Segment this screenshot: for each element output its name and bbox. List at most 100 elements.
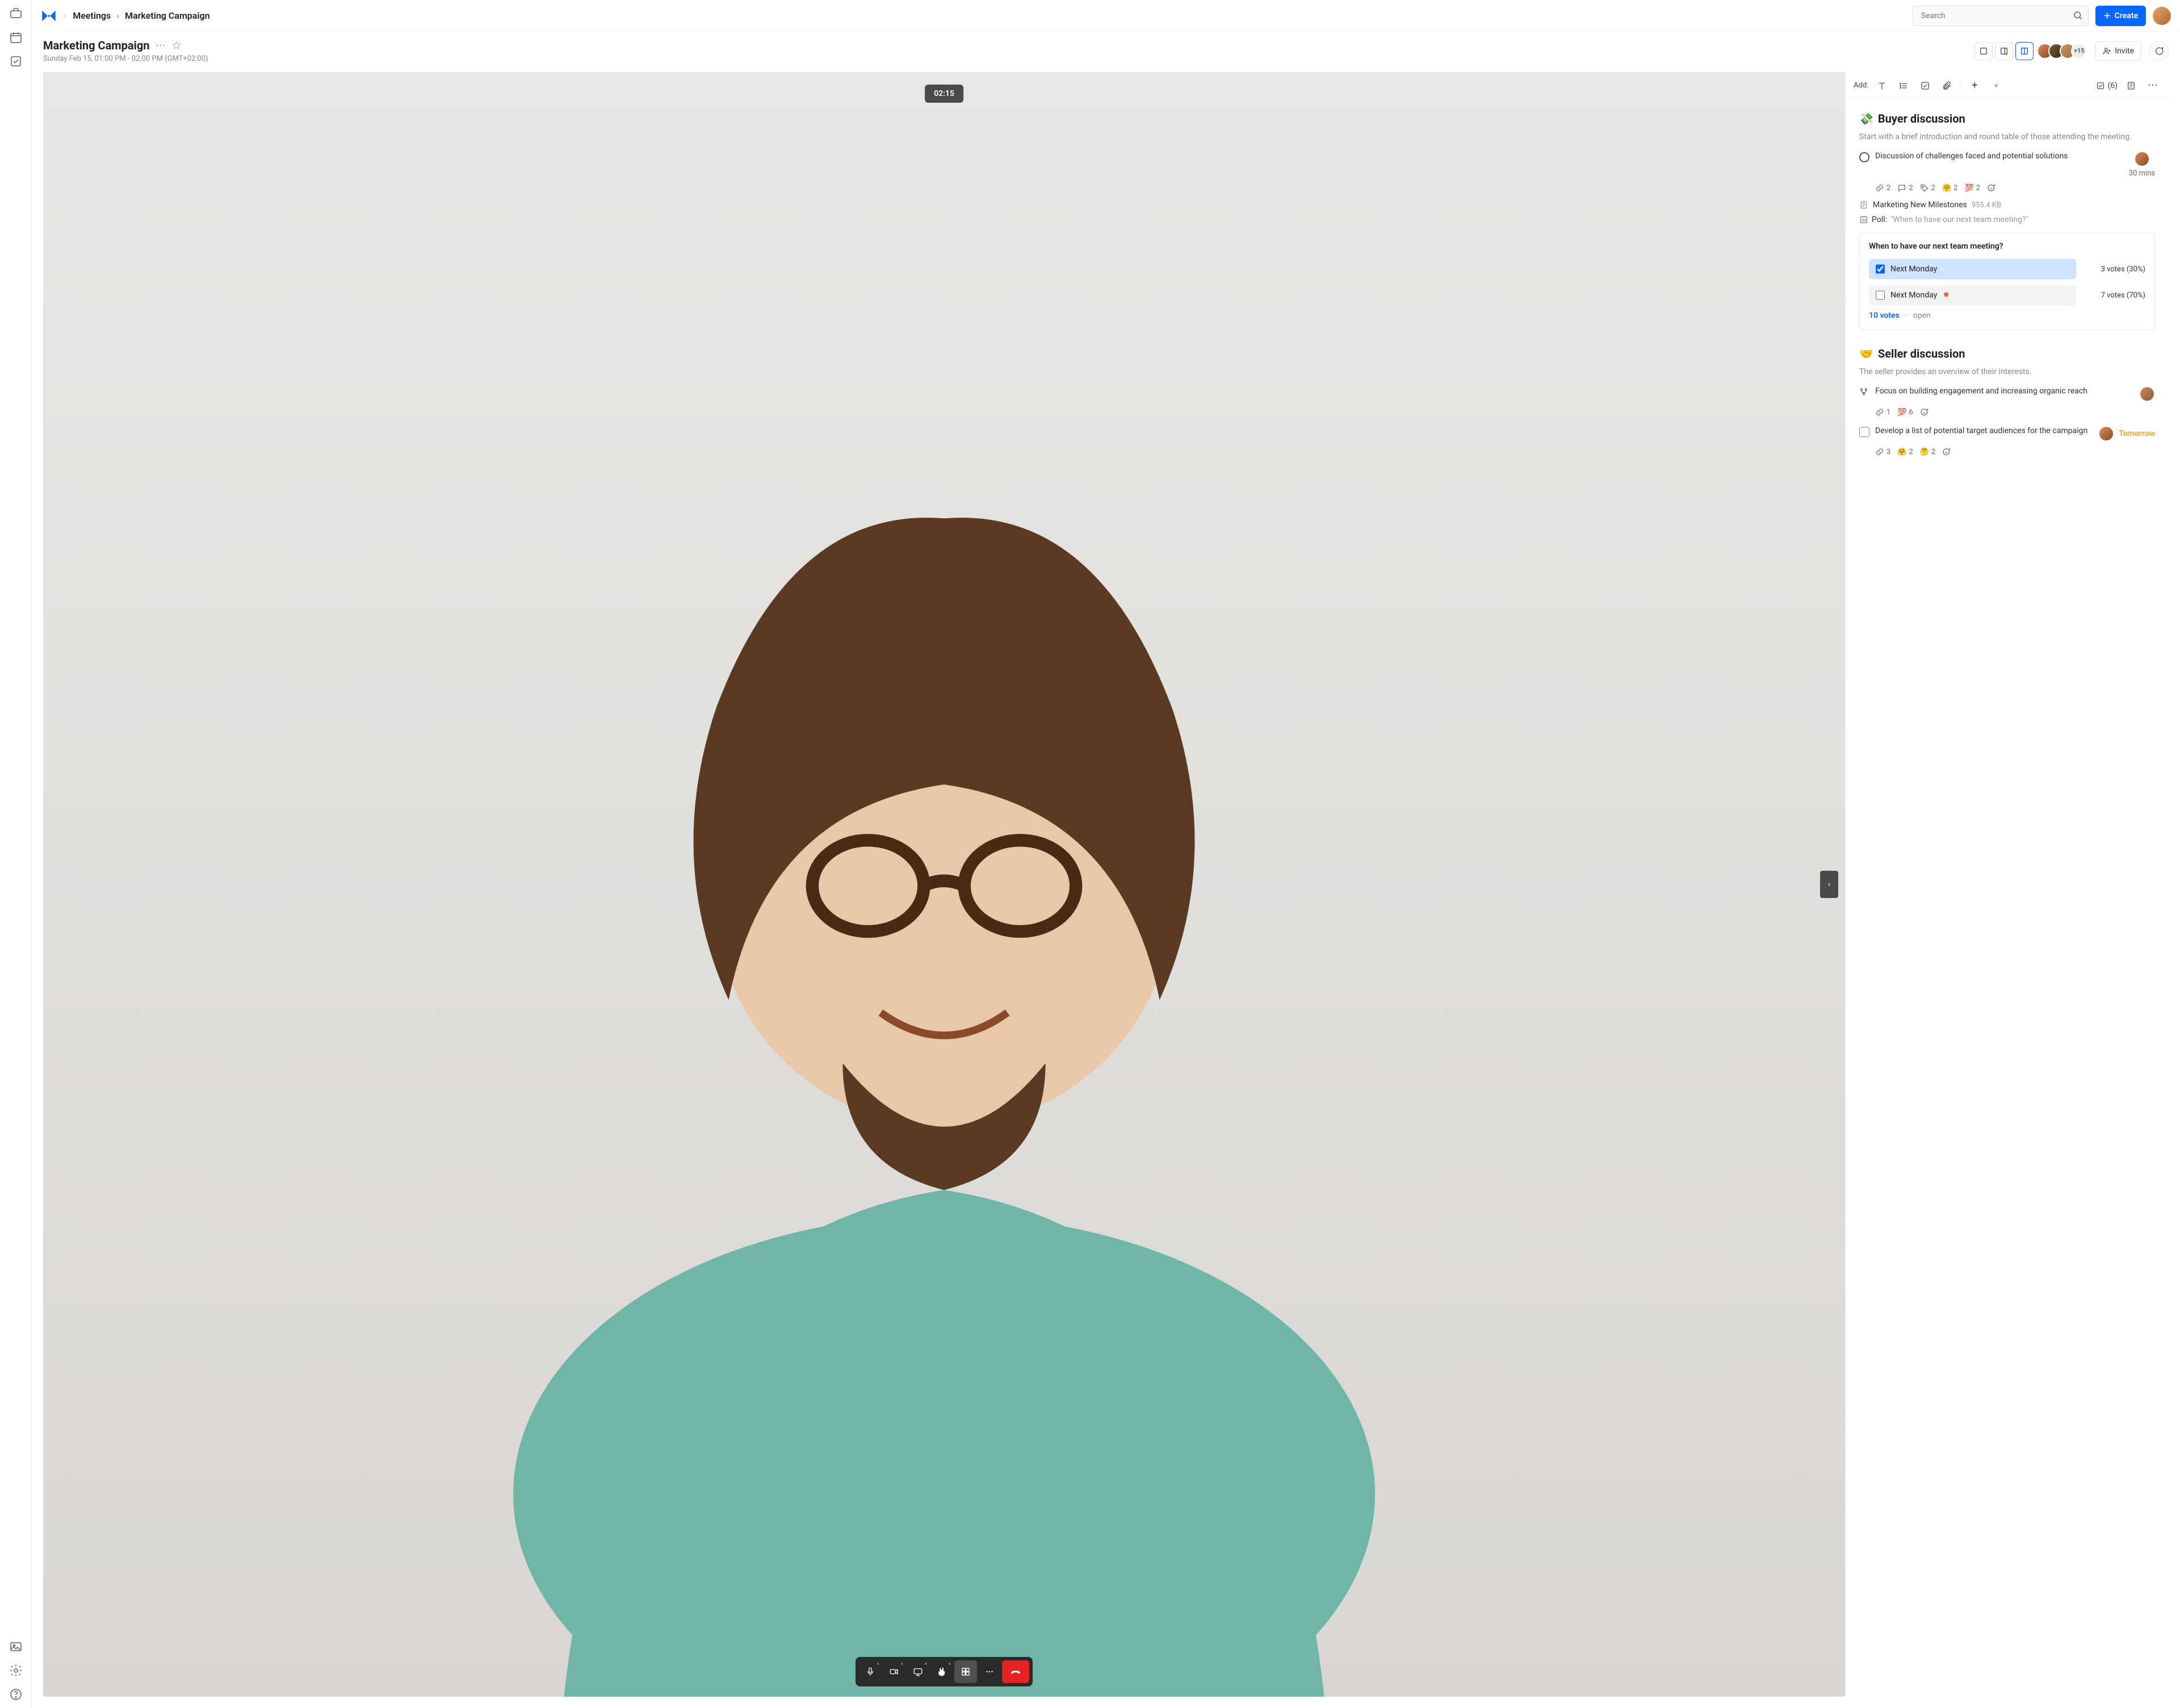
current-user-avatar[interactable] xyxy=(2153,7,2171,25)
agenda-item[interactable]: Develop a list of potential target audie… xyxy=(1859,426,2155,442)
briefcase-icon[interactable] xyxy=(9,7,23,20)
tasks-icon[interactable] xyxy=(9,54,23,68)
poll-card: When to have our next team meeting? Next… xyxy=(1859,232,2155,330)
link-chip[interactable]: 2 xyxy=(1875,183,1890,192)
section-desc: The seller provides an overview of their… xyxy=(1859,366,2155,378)
layout-grid-button[interactable] xyxy=(954,1660,977,1683)
poll-total[interactable]: 10 votes xyxy=(1869,311,1900,320)
attachment-row[interactable]: Marketing New Milestones 955.4 KB xyxy=(1859,200,2155,209)
topbar: › Meetings › Marketing Campaign ＋ Create xyxy=(32,0,2180,32)
hangup-button[interactable] xyxy=(1002,1660,1029,1683)
more-icon[interactable]: ⋯ xyxy=(156,40,166,52)
poll-checkbox[interactable] xyxy=(1876,291,1885,300)
call-timer: 02:15 xyxy=(925,85,963,103)
view-split-button[interactable] xyxy=(2015,42,2034,60)
link-chip[interactable]: 1 xyxy=(1875,408,1890,417)
add-reaction-icon[interactable] xyxy=(1920,408,1929,417)
agenda-item[interactable]: Focus on building engagement and increas… xyxy=(1859,386,2155,402)
notes-panel-icon[interactable] xyxy=(2123,78,2139,94)
agenda-text: Focus on building engagement and increas… xyxy=(1875,386,2133,397)
star-icon[interactable] xyxy=(171,40,182,51)
add-reaction-icon[interactable] xyxy=(1987,183,1996,192)
poll-votes: 3 votes (30%) xyxy=(2083,265,2145,274)
participants-overflow[interactable]: +15 xyxy=(2071,43,2087,59)
due-label: Tomorrow xyxy=(2119,429,2155,438)
participant-portrait xyxy=(241,430,1647,1697)
share-screen-button[interactable]: ˄ xyxy=(907,1660,929,1683)
create-button[interactable]: ＋ Create xyxy=(2095,6,2146,26)
help-icon[interactable] xyxy=(9,1688,23,1701)
verified-icon: ✸ xyxy=(1943,291,1950,300)
left-sidebar xyxy=(0,0,32,1708)
chevron-right-icon: › xyxy=(116,10,119,21)
text-tool-icon[interactable] xyxy=(1874,78,1890,94)
reaction-hug-chip[interactable]: 🤗2 xyxy=(1942,184,1958,192)
participants-avatars[interactable]: +15 xyxy=(2041,43,2087,59)
breadcrumb-page[interactable]: Marketing Campaign xyxy=(125,10,210,21)
poll-option[interactable]: Next Monday 3 votes (30%) xyxy=(1869,259,2145,279)
breadcrumb-section[interactable]: Meetings xyxy=(73,10,111,21)
settings-icon[interactable] xyxy=(9,1664,23,1677)
attachment-size: 955.4 KB xyxy=(1972,201,2001,209)
poll-checkbox[interactable] xyxy=(1876,265,1885,274)
agenda-chips: 3 🤗2 🤔2 xyxy=(1875,447,2155,456)
invite-button[interactable]: Invite xyxy=(2095,41,2141,61)
assignee-avatar[interactable] xyxy=(2139,386,2155,402)
calendar-icon[interactable] xyxy=(9,31,23,44)
plus-tool-icon[interactable]: + xyxy=(1967,78,1982,94)
poll-status: open xyxy=(1913,311,1931,320)
tag-chip[interactable]: 2 xyxy=(1920,183,1935,192)
video-feed xyxy=(43,72,1845,1697)
poll-option[interactable]: Next Monday ✸ 7 votes (70%) xyxy=(1869,285,2145,305)
more-call-button[interactable] xyxy=(978,1660,1001,1683)
search-input[interactable] xyxy=(1913,6,2089,26)
attachment-name: Marketing New Milestones xyxy=(1873,200,1967,209)
assignee-avatar[interactable] xyxy=(2134,151,2150,167)
reaction-hug-chip[interactable]: 🤗2 xyxy=(1897,448,1913,456)
list-tool-icon[interactable] xyxy=(1896,78,1911,94)
view-single-button[interactable] xyxy=(1974,42,1993,60)
link-chip[interactable]: 3 xyxy=(1875,447,1890,456)
call-controls: ˄ ˄ ˄ ˄ xyxy=(856,1657,1033,1686)
poll-row[interactable]: Poll: "When to have our next team meetin… xyxy=(1859,215,2155,224)
poll-caption: "When to have our next team meeting?" xyxy=(1890,215,2028,224)
video-pane: 02:15 ‹ ˄ ˄ ˄ ˄ xyxy=(43,72,1845,1697)
tasks-count-button[interactable]: (6) xyxy=(2096,81,2118,90)
mic-button[interactable]: ˄ xyxy=(859,1660,882,1683)
notes-pane: Add: + ˅ (6) ⋯ xyxy=(1845,72,2169,1697)
page-title: Marketing Campaign xyxy=(43,39,150,52)
invite-label: Invite xyxy=(2115,47,2134,56)
section-desc: Start with a brief introduction and roun… xyxy=(1859,131,2155,143)
section-title-seller: 🤝 Seller discussion xyxy=(1859,347,2155,360)
reaction-hundred-chip[interactable]: 💯6 xyxy=(1897,408,1913,417)
image-icon[interactable] xyxy=(9,1640,23,1654)
poll-question: When to have our next team meeting? xyxy=(1869,242,2145,251)
checkbox-tool-icon[interactable] xyxy=(1917,78,1933,94)
raise-hand-button[interactable]: ˄ xyxy=(930,1660,953,1683)
attach-tool-icon[interactable] xyxy=(1939,78,1955,94)
search-icon[interactable] xyxy=(2073,10,2083,20)
collapse-arrow-icon[interactable]: ‹ xyxy=(1820,871,1838,898)
view-panel-button[interactable] xyxy=(1995,42,2013,60)
agenda-chips: 2 2 2 🤗2 💯2 xyxy=(1875,183,2155,192)
poll-footer: 10 votes – open xyxy=(1869,311,2145,320)
reaction-hundred-chip[interactable]: 💯2 xyxy=(1964,184,1980,192)
assignee-avatar[interactable] xyxy=(2098,426,2114,442)
poll-label: Poll: xyxy=(1872,215,1887,224)
camera-button[interactable]: ˄ xyxy=(883,1660,905,1683)
checkbox-icon[interactable] xyxy=(1859,427,1869,437)
notes-more-icon[interactable]: ⋯ xyxy=(2145,78,2161,94)
app-logo-icon[interactable] xyxy=(41,8,57,24)
meeting-time: Sunday Feb 15, 01:00 PM - 02:00 PM (GMT+… xyxy=(43,54,1967,63)
chat-icon[interactable] xyxy=(2149,41,2169,61)
agenda-item[interactable]: Discussion of challenges faced and poten… xyxy=(1859,151,2155,178)
breadcrumb: Meetings › Marketing Campaign xyxy=(73,10,209,21)
reaction-think-chip[interactable]: 🤔2 xyxy=(1920,448,1936,456)
comment-chip[interactable]: 2 xyxy=(1897,183,1913,192)
notes-toolbar: Add: + ˅ (6) ⋯ xyxy=(1846,72,2169,99)
agenda-text: Develop a list of potential target audie… xyxy=(1875,426,2093,437)
create-label: Create xyxy=(2115,11,2138,20)
radio-icon[interactable] xyxy=(1859,152,1869,162)
chevron-down-icon[interactable]: ˅ xyxy=(1988,78,2004,94)
add-reaction-icon[interactable] xyxy=(1942,447,1951,456)
